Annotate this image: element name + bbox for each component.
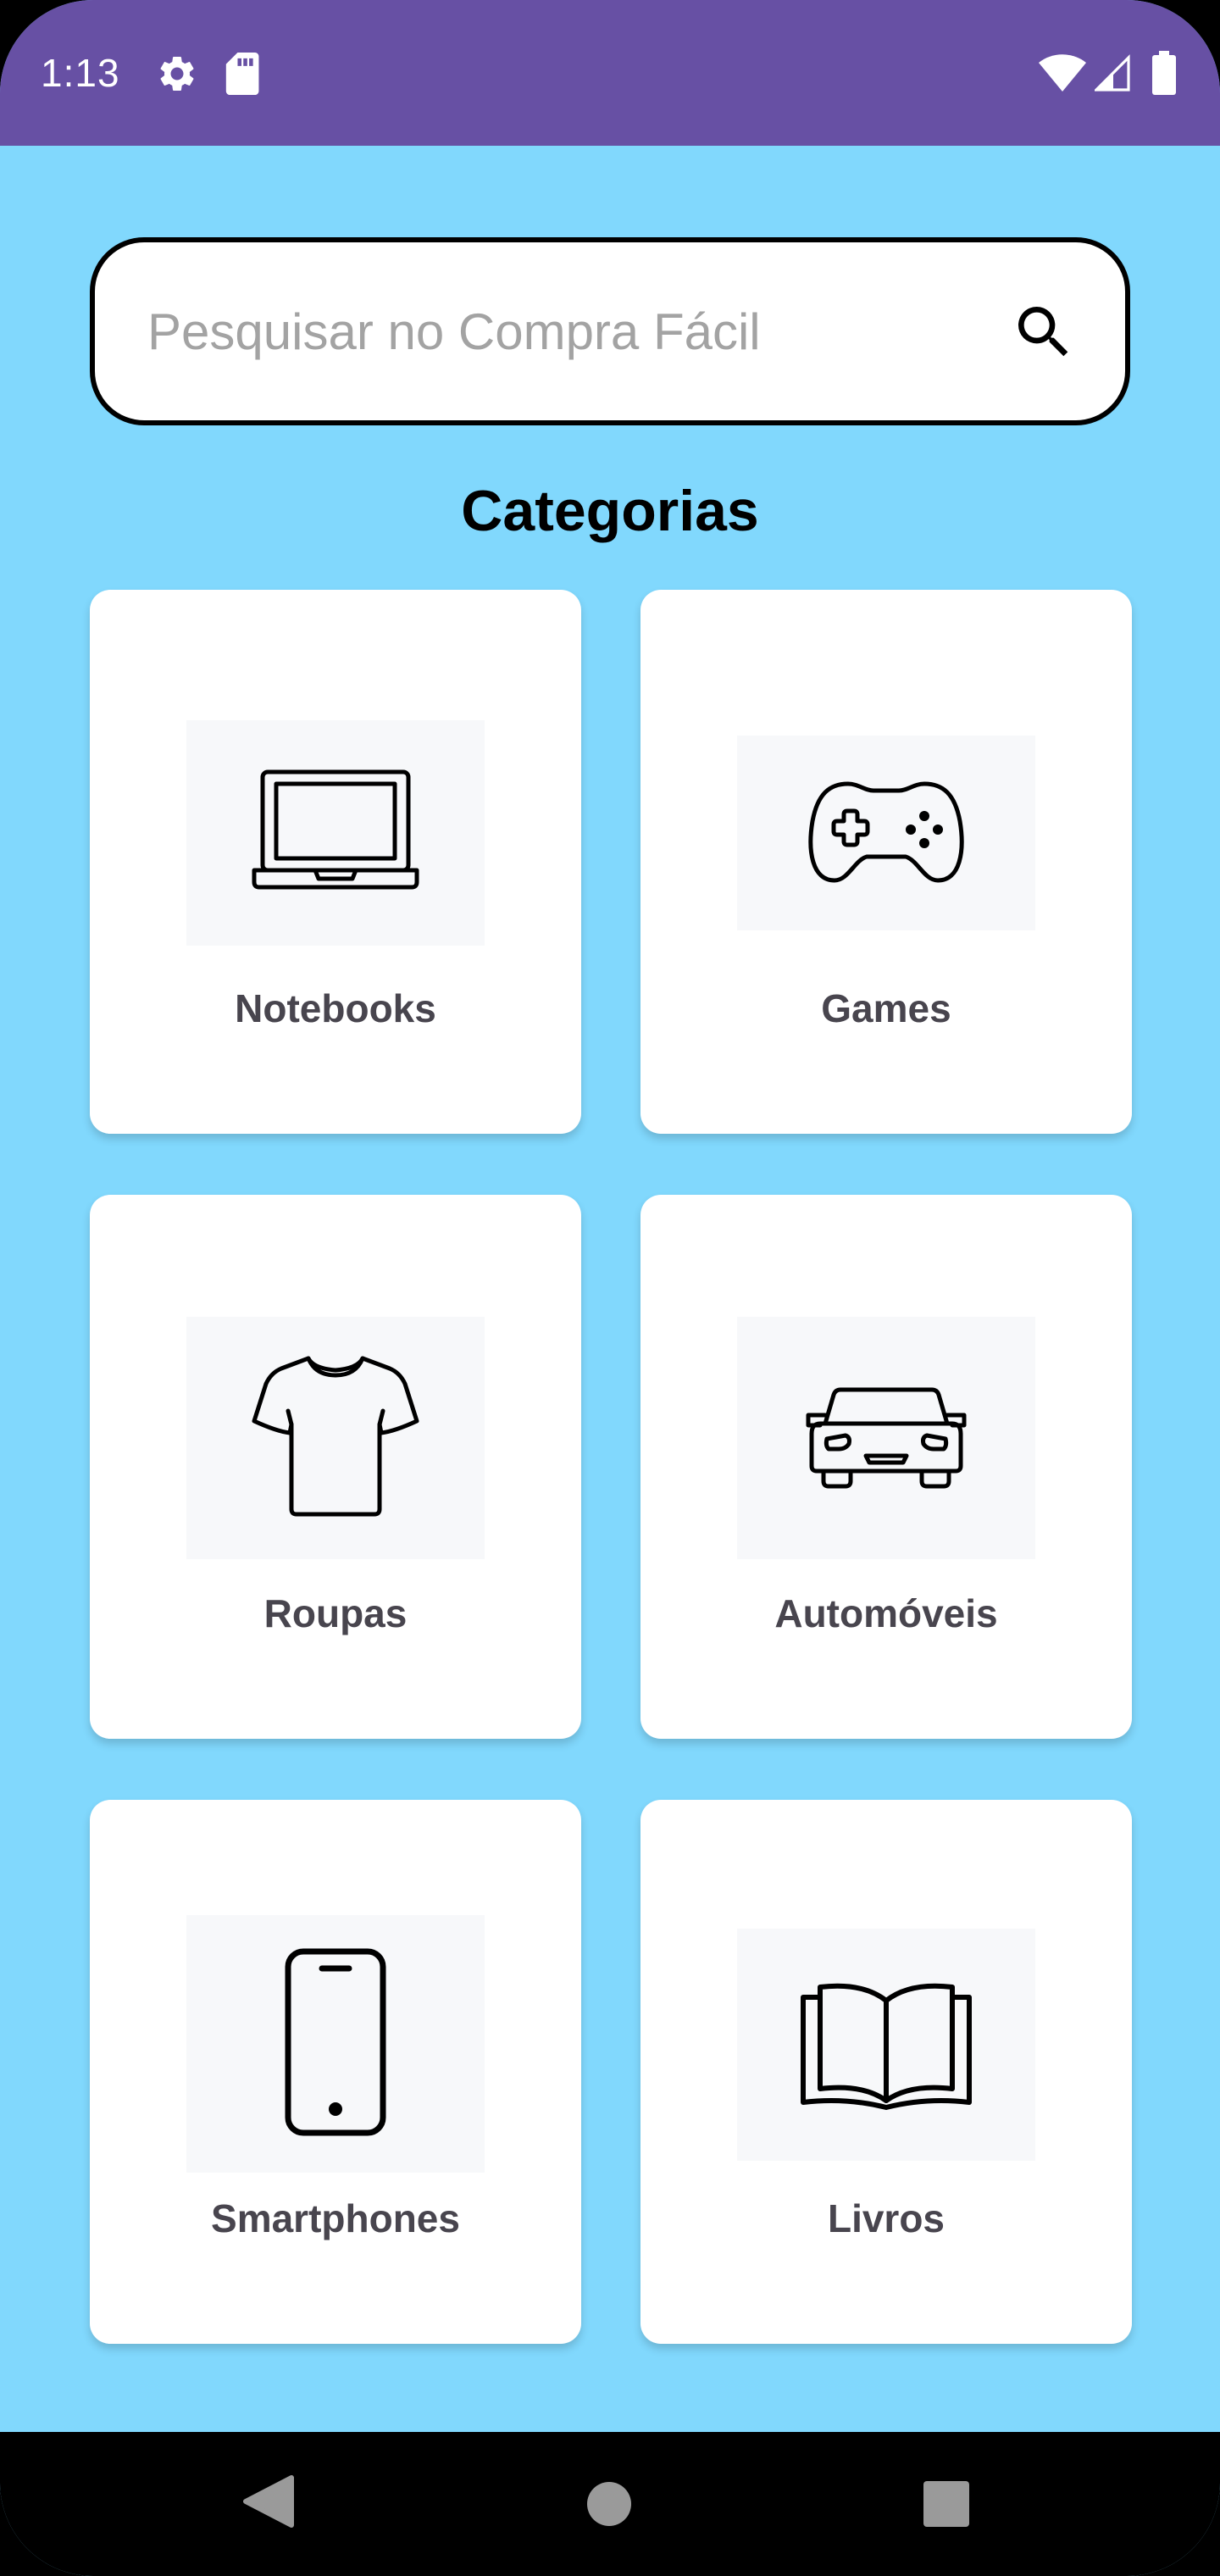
category-label: Smartphones: [211, 2196, 460, 2240]
app-screen: 1:13 Pesquisar no Compra Fácil Categoria…: [0, 0, 1220, 2576]
tshirt-icon: [251, 1352, 420, 1525]
category-label: Notebooks: [235, 986, 436, 1030]
category-image: [186, 720, 485, 946]
search-icon[interactable]: [1010, 298, 1078, 366]
smartphone-icon: [283, 1946, 388, 2142]
category-card-smartphones[interactable]: Smartphones: [90, 1800, 581, 2344]
back-icon[interactable]: [242, 2474, 295, 2533]
navigation-bar: [0, 2432, 1220, 2576]
search-bar[interactable]: [90, 237, 1130, 425]
search-input[interactable]: [147, 285, 961, 378]
category-image: [186, 1915, 485, 2173]
category-label: Livros: [827, 2196, 946, 2240]
status-bar: 1:13: [0, 0, 1220, 146]
page-title: Categorias: [461, 479, 759, 543]
gear-icon: [156, 53, 198, 99]
home-icon[interactable]: [586, 2481, 632, 2531]
category-card-games[interactable]: Games: [640, 590, 1132, 1134]
category-card-roupas[interactable]: Roupas: [90, 1195, 581, 1739]
recents-icon[interactable]: [923, 2481, 969, 2531]
category-image: [737, 736, 1035, 930]
laptop-icon: [251, 763, 420, 903]
sd-card-icon: [224, 53, 259, 99]
battery-icon: [1152, 51, 1176, 99]
category-label: Automóveis: [774, 1591, 998, 1635]
book-icon: [795, 1975, 978, 2115]
category-image: [186, 1317, 485, 1559]
signal-icon: [1093, 54, 1130, 96]
category-card-notebooks[interactable]: Notebooks: [90, 590, 581, 1134]
category-image: [737, 1929, 1035, 2161]
category-card-livros[interactable]: Livros: [640, 1800, 1132, 2344]
gamepad-icon: [806, 777, 967, 890]
car-icon: [803, 1381, 969, 1496]
category-image: [737, 1317, 1035, 1559]
category-card-automoveis[interactable]: Automóveis: [640, 1195, 1132, 1739]
main-content: Categorias Notebooks: [0, 146, 1220, 2432]
status-time: 1:13: [41, 51, 120, 95]
category-label: Roupas: [263, 1591, 408, 1635]
category-label: Games: [821, 986, 951, 1030]
wifi-icon: [1039, 54, 1086, 96]
